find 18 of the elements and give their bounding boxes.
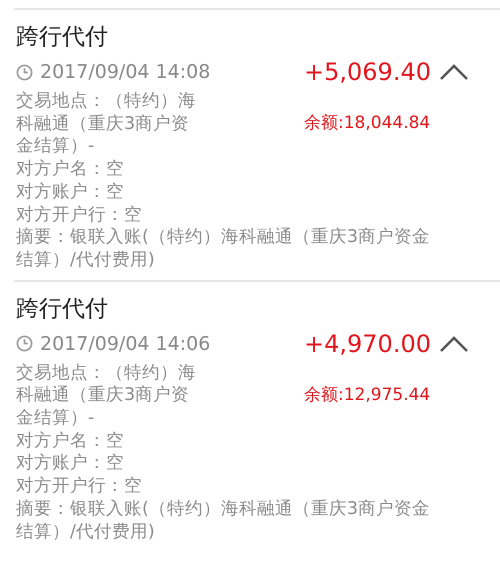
detail-line: 对方账户：空 bbox=[16, 180, 125, 204]
detail-line: 对方账户：空 bbox=[16, 452, 125, 476]
balance-text: 余额:12,975.44 bbox=[303, 384, 432, 406]
transaction-title: 跨行代付 bbox=[16, 294, 109, 324]
transaction-time: 2017/09/04 14:06 bbox=[40, 332, 210, 355]
transaction-title: 跨行代付 bbox=[16, 23, 109, 52]
transaction-location: 交易地点：（特约）海科融通（重庆3商户资金结算）- bbox=[16, 90, 197, 158]
detail-line: 对方户名：空 bbox=[16, 158, 125, 181]
transaction-amount: +4,970.00 bbox=[304, 330, 431, 358]
transaction-time: 2017/09/04 14:08 bbox=[40, 61, 210, 83]
summary-text: 摘要：银联入账(（特约）海科融通（重庆3商户资金结算）/代付费用) bbox=[16, 226, 431, 272]
transaction-location: 交易地点：（特约）海科融通（重庆3商户资金结算）- bbox=[16, 362, 197, 430]
transaction-amount: +5,069.40 bbox=[304, 58, 431, 86]
detail-line: 对方开户行：空 bbox=[16, 475, 143, 498]
summary-text: 摘要：银联入账(（特约）海科融通（重庆3商户资金结算）/代付费用) bbox=[16, 498, 431, 544]
balance-text: 余额:18,044.84 bbox=[303, 112, 432, 135]
detail-line: 对方开户行：空 bbox=[16, 204, 143, 226]
detail-line: 对方户名：空 bbox=[16, 430, 125, 452]
